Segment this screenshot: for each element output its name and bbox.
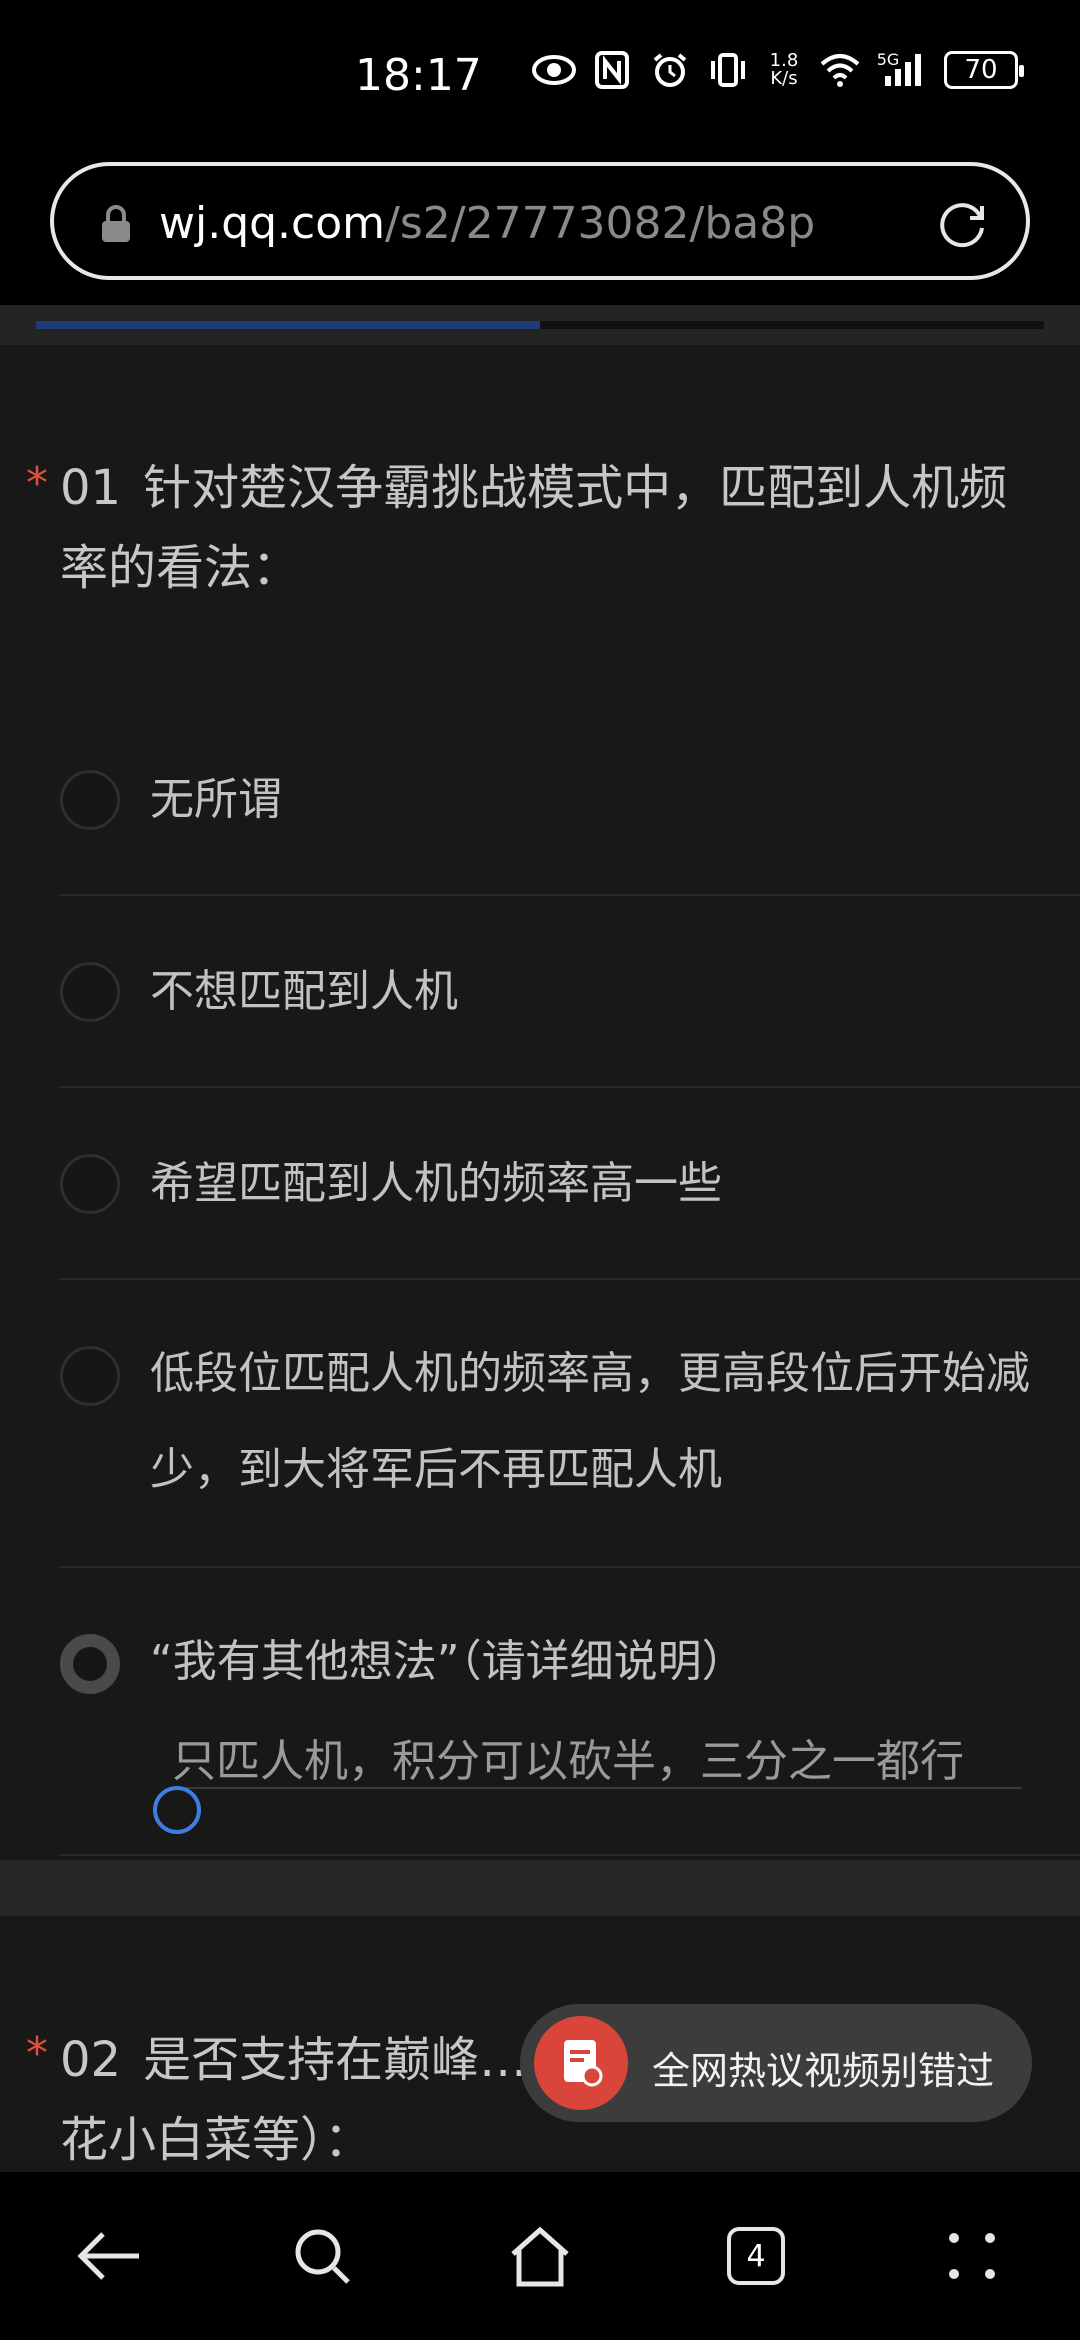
question-text: 针对楚汉争霸挑战模式中，匹配到人机频率的看法： [60,460,1008,596]
other-answer-input[interactable]: 只匹人机，积分可以砍半，三分之一都行 [172,1725,1022,1789]
option-label: 希望匹配到人机的频率高一些 [150,1158,722,1209]
text-cursor-handle[interactable] [153,1786,201,1834]
option-label: 不想匹配到人机 [150,966,458,1017]
tabs-button[interactable]: 4 [716,2216,796,2296]
option-2[interactable]: 不想匹配到人机 [60,896,1080,1088]
option-3[interactable]: 希望匹配到人机的频率高一些 [60,1088,1080,1280]
question-number: 01 [60,460,122,516]
option-1[interactable]: 无所谓 [60,736,1080,896]
cellular-signal-icon: 5G [876,48,930,92]
option-label: “我有其他想法”（请详细说明） [150,1636,746,1687]
menu-button[interactable] [932,2216,1012,2296]
status-time: 18:17 [355,50,482,101]
nfc-icon [590,48,634,92]
home-icon [511,2226,569,2287]
radio-button[interactable] [60,770,120,830]
status-bar: 18:17 1.8 K/s 5G 70 [0,0,1080,150]
network-speed: 1.8 K/s [769,50,799,89]
wifi-icon [818,48,862,92]
search-button[interactable] [282,2216,362,2296]
section-divider [0,1860,1080,1916]
required-star: * [26,2028,48,2079]
option-4[interactable]: 低段位匹配人机的频率高，更高段位后开始减少，到大将军后不再匹配人机 [60,1280,1080,1568]
radio-button[interactable] [60,1154,120,1214]
option-label: 低段位匹配人机的频率高，更高段位后开始减少，到大将军后不再匹配人机 [150,1348,1030,1495]
progress-track [36,321,1044,329]
radio-button[interactable] [60,962,120,1022]
toast-text: 全网热议视频别错过 [652,2049,995,2093]
battery-indicator: 70 [944,51,1024,89]
back-button[interactable] [68,2216,148,2296]
url-host: wj.qq.com [159,198,386,249]
progress-fill [36,321,540,329]
reload-icon[interactable] [932,194,992,254]
eye-icon [532,48,576,92]
search-icon [295,2229,350,2284]
tab-count: 4 [727,2227,785,2285]
menu-dots-icon [949,2233,995,2279]
lock-icon [102,205,130,242]
question-title-1: 01 针对楚汉争霸挑战模式中，匹配到人机频率的看法： [60,448,1020,608]
survey-progress [0,305,1080,345]
video-doc-icon [534,2016,628,2110]
browser-bottom-bar: 4 [0,2172,1080,2340]
option-label: 无所谓 [150,774,282,825]
url-text[interactable]: wj.qq.com/s2/27773082/ba8p [159,198,815,249]
promo-toast[interactable]: 全网热议视频别错过 [520,2004,1032,2122]
radio-button-selected[interactable] [60,1634,120,1694]
question-number: 02 [60,2032,122,2088]
home-button[interactable] [500,2216,580,2296]
alarm-icon [648,48,692,92]
vibrate-icon [706,48,750,92]
radio-button[interactable] [60,1346,120,1406]
option-5[interactable]: “我有其他想法”（请详细说明） [60,1568,1080,1856]
url-path: /s2/27773082/ba8p [385,198,816,249]
required-star: * [26,458,48,509]
status-icons: 1.8 K/s 5G 70 [532,48,1024,92]
back-arrow-icon [77,2232,139,2280]
address-bar[interactable]: wj.qq.com/s2/27773082/ba8p [50,162,1030,280]
